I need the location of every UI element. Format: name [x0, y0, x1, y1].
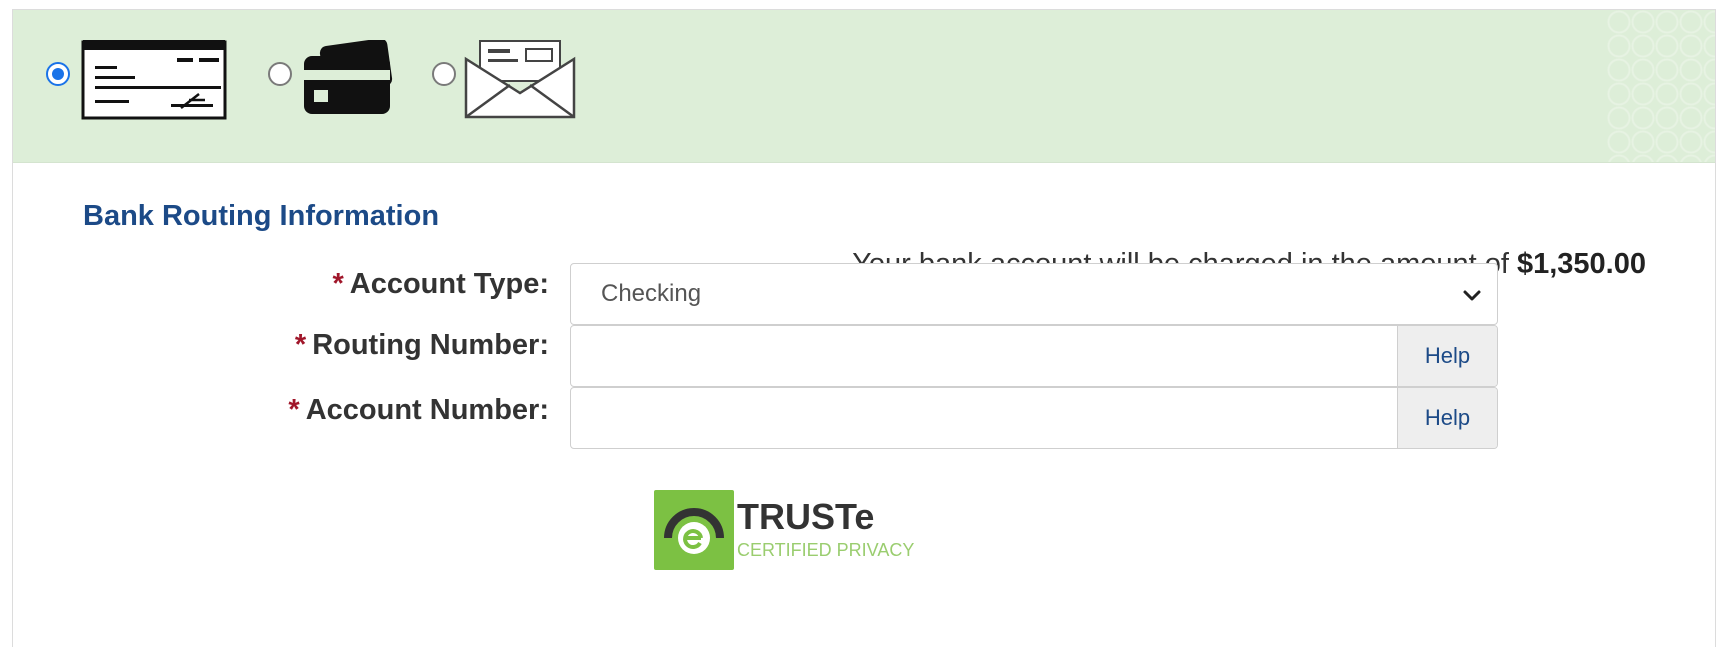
payment-method-selector	[13, 10, 1715, 163]
truste-badge[interactable]: TRUSTe CERTIFIED PRIVACY	[654, 490, 954, 570]
account-number-label: * Account Number:	[288, 394, 549, 427]
required-marker: *	[288, 394, 300, 426]
card-radio[interactable]	[268, 62, 292, 86]
mail-radio[interactable]	[432, 62, 456, 86]
account-type-value: Checking	[601, 280, 702, 307]
check-icon[interactable]	[81, 36, 227, 120]
account-number-label-text: Account Number:	[305, 394, 549, 426]
truste-logo-icon	[654, 490, 734, 570]
routing-number-input[interactable]	[571, 326, 1397, 386]
routing-number-group: Help	[570, 325, 1498, 387]
truste-subtitle: CERTIFIED PRIVACY	[737, 540, 915, 560]
required-marker: *	[294, 329, 307, 361]
routing-help-button[interactable]: Help	[1397, 326, 1497, 386]
decorative-pattern	[1607, 10, 1715, 162]
account-type-label-text: Account Type:	[349, 268, 549, 300]
account-number-group: Help	[570, 387, 1498, 449]
credit-card-icon[interactable]	[300, 40, 396, 116]
account-type-select[interactable]: Checking	[570, 263, 1498, 325]
routing-number-label: * Routing Number:	[295, 329, 549, 362]
envelope-icon[interactable]	[464, 37, 576, 119]
charge-amount: $1,350.00	[1516, 248, 1646, 280]
truste-brand: TRUSTe	[737, 496, 875, 537]
check-radio[interactable]	[46, 62, 70, 86]
account-type-label: * Account Type:	[332, 268, 549, 301]
account-help-button[interactable]: Help	[1397, 388, 1497, 448]
payment-panel: Bank Routing Information Your bank accou…	[12, 9, 1716, 647]
chevron-down-icon	[1463, 290, 1481, 301]
section-title: Bank Routing Information	[83, 200, 440, 232]
required-marker: *	[332, 268, 344, 300]
routing-number-label-text: Routing Number:	[312, 329, 549, 361]
account-number-input[interactable]	[571, 388, 1397, 448]
